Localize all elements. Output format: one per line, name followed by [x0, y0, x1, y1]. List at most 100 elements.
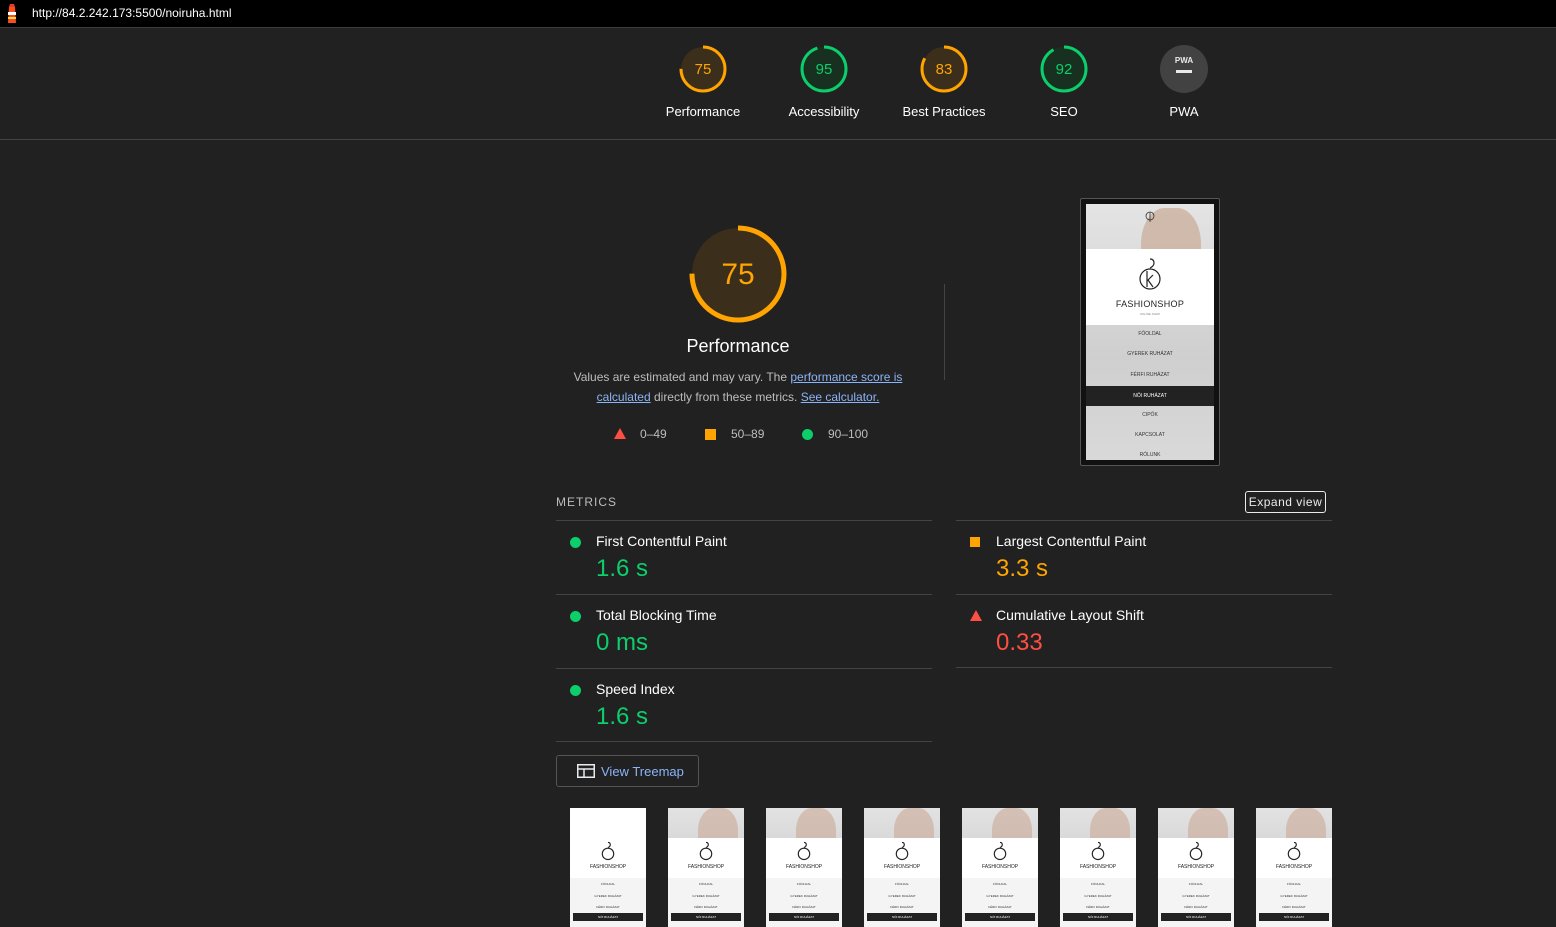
menu-item: FÉRFI RUHÁZAT	[1282, 905, 1306, 909]
performance-title: Performance	[686, 336, 790, 356]
brand-name: FASHIONSHOP	[1275, 864, 1313, 870]
gauge-score: 92	[1056, 61, 1073, 78]
gauge-accessibility[interactable]: 95 Accessibility	[764, 44, 884, 119]
desc-middle: directly from these metrics.	[650, 390, 801, 404]
treemap-icon	[577, 764, 595, 778]
legend-range: 0–49	[640, 427, 667, 441]
menu-item: GYEREK RUHÁZAT	[790, 894, 818, 898]
menu-item: FÉRFI RUHÁZAT	[988, 905, 1012, 909]
menu-item: NŐI RUHÁZAT	[1133, 393, 1167, 399]
pass-circle-icon	[570, 611, 581, 622]
brand-name: FASHIONSHOP	[981, 864, 1019, 870]
hanger-logo-icon	[1139, 258, 1161, 290]
pwa-badge-icon: PWA	[1160, 45, 1208, 93]
hanger-logo-icon	[797, 841, 811, 861]
accessibility-gauge-icon: 95	[800, 45, 848, 93]
menu-item: FÉRFI RUHÁZAT	[792, 905, 816, 909]
gauge-pwa[interactable]: PWA PWA	[1124, 44, 1244, 119]
performance-gauge-icon: 75	[679, 45, 727, 93]
gauge-best-practices[interactable]: 83 Best Practices	[884, 44, 1004, 119]
menu-item: FÉRFI RUHÁZAT	[694, 905, 718, 909]
hanger-logo-icon	[895, 841, 909, 861]
menu-item: GYEREK RUHÁZAT	[1182, 894, 1210, 898]
performance-score: 75	[721, 258, 754, 291]
top-logo-icon	[1145, 211, 1155, 222]
fail-triangle-icon	[970, 610, 982, 621]
lighthouse-icon	[8, 4, 16, 23]
metric-lcp[interactable]: Largest Contentful Paint 3.3 s	[956, 520, 1332, 594]
logo-panel: FASHIONSHOP ONLINE SHOP	[1086, 249, 1214, 325]
menu-item: GYEREK RUHÁZAT	[1084, 894, 1112, 898]
brand-name: FASHIONSHOP	[1177, 864, 1215, 870]
menu-item: FŐOLDAL	[600, 882, 615, 886]
filmstrip-frame: FASHIONSHOP FŐOLDAL GYEREK RUHÁZAT FÉRFI RU…	[668, 808, 744, 927]
menu-item: GYEREK RUHÁZAT	[1127, 351, 1173, 357]
menu-item: FŐOLDAL	[1090, 882, 1105, 886]
section-divider	[944, 284, 945, 380]
hanger-logo-icon	[1189, 841, 1203, 861]
gauge-label: Best Practices	[902, 104, 986, 119]
metric-title: First Contentful Paint	[596, 533, 727, 549]
hanger-logo-icon	[1287, 841, 1301, 861]
menu-item: FÉRFI RUHÁZAT	[1184, 905, 1208, 909]
menu-item: FÉRFI RUHÁZAT	[1086, 905, 1110, 909]
metric-speed-index[interactable]: Speed Index 1.6 s	[556, 668, 932, 742]
final-screenshot[interactable]: FASHIONSHOP ONLINE SHOP FŐOLDAL GYEREK R…	[1080, 198, 1220, 466]
expand-view-button[interactable]: Expand view	[1245, 491, 1326, 513]
menu-item: GYEREK RUHÁZAT	[594, 894, 622, 898]
menu-item: GYEREK RUHÁZAT	[1280, 894, 1308, 898]
filmstrip-frame: FASHIONSHOP FŐOLDAL GYEREK RUHÁZAT FÉRFI RU…	[1256, 808, 1332, 927]
metric-title: Total Blocking Time	[596, 607, 717, 623]
menu-item: FŐOLDAL	[1138, 331, 1162, 337]
menu-item: NŐI RUHÁZAT	[989, 915, 1011, 919]
brand-name: FASHIONSHOP	[1115, 299, 1185, 309]
desc-prefix: Values are estimated and may vary. The	[573, 370, 791, 384]
legend-range: 50–89	[731, 427, 765, 441]
brand-name: FASHIONSHOP	[883, 864, 921, 870]
triangle-icon	[614, 428, 626, 439]
gauge-label: SEO	[1050, 104, 1078, 119]
square-icon	[705, 429, 716, 440]
gauge-seo[interactable]: 92 SEO	[1004, 44, 1124, 119]
gauge-performance[interactable]: 75 Performance	[643, 44, 763, 119]
gauge-score: 75	[695, 61, 712, 78]
gauge-label: PWA	[1169, 104, 1199, 119]
menu-item: KAPCSOLAT	[1135, 432, 1165, 438]
best-practices-gauge-icon: 83	[920, 45, 968, 93]
filmstrip-frame: FASHIONSHOP FŐOLDAL GYEREK RUHÁZAT FÉRFI RU…	[864, 808, 940, 927]
metric-value: 3.3 s	[996, 555, 1049, 582]
page-url: http://84.2.242.173:5500/noiruha.html	[32, 6, 232, 20]
see-calculator-link[interactable]: See calculator.	[801, 390, 880, 404]
category-header: 75 Performance 95 Accessibility 83 Best …	[0, 28, 1556, 140]
menu-item: CIPŐK	[1142, 412, 1158, 418]
menu-item: NŐI RUHÁZAT	[597, 915, 619, 919]
metric-value: 0 ms	[596, 629, 649, 656]
seo-gauge-icon: 92	[1040, 45, 1088, 93]
metric-title: Speed Index	[596, 681, 675, 697]
performance-score-gauge: 75	[689, 225, 787, 323]
performance-description: Values are estimated and may vary. The p…	[560, 367, 916, 407]
metric-tbt[interactable]: Total Blocking Time 0 ms	[556, 594, 932, 668]
menu-item: RÓLUNK	[1139, 452, 1161, 458]
menu-item: FŐOLDAL	[1188, 882, 1203, 886]
hanger-logo-icon	[993, 841, 1007, 861]
menu-item: GYEREK RUHÁZAT	[986, 894, 1014, 898]
average-square-icon	[970, 537, 980, 547]
filmstrip-frame: FASHIONSHOP FŐOLDAL GYEREK RUHÁZAT FÉRFI RU…	[962, 808, 1038, 927]
hanger-logo-icon	[601, 841, 615, 861]
menu-item: FÉRFI RUHÁZAT	[596, 905, 620, 909]
brand-name: FASHIONSHOP	[1079, 864, 1117, 870]
menu-item: FŐOLDAL	[698, 882, 713, 886]
legend-range: 90–100	[828, 427, 869, 441]
menu-item: FÉRFI RUHÁZAT	[1130, 372, 1170, 378]
circle-icon	[802, 429, 813, 440]
metric-cls[interactable]: Cumulative Layout Shift 0.33	[956, 594, 1332, 668]
metric-value: 1.6 s	[596, 555, 649, 582]
gauge-score: 95	[816, 61, 833, 78]
menu-item: GYEREK RUHÁZAT	[692, 894, 720, 898]
view-treemap-button[interactable]: View Treemap	[556, 755, 699, 787]
metric-fcp[interactable]: First Contentful Paint 1.6 s	[556, 520, 932, 594]
menu-item: NŐI RUHÁZAT	[1185, 915, 1207, 919]
metric-value: 0.33	[996, 629, 1043, 656]
brand-tagline: ONLINE SHOP	[1139, 312, 1161, 316]
